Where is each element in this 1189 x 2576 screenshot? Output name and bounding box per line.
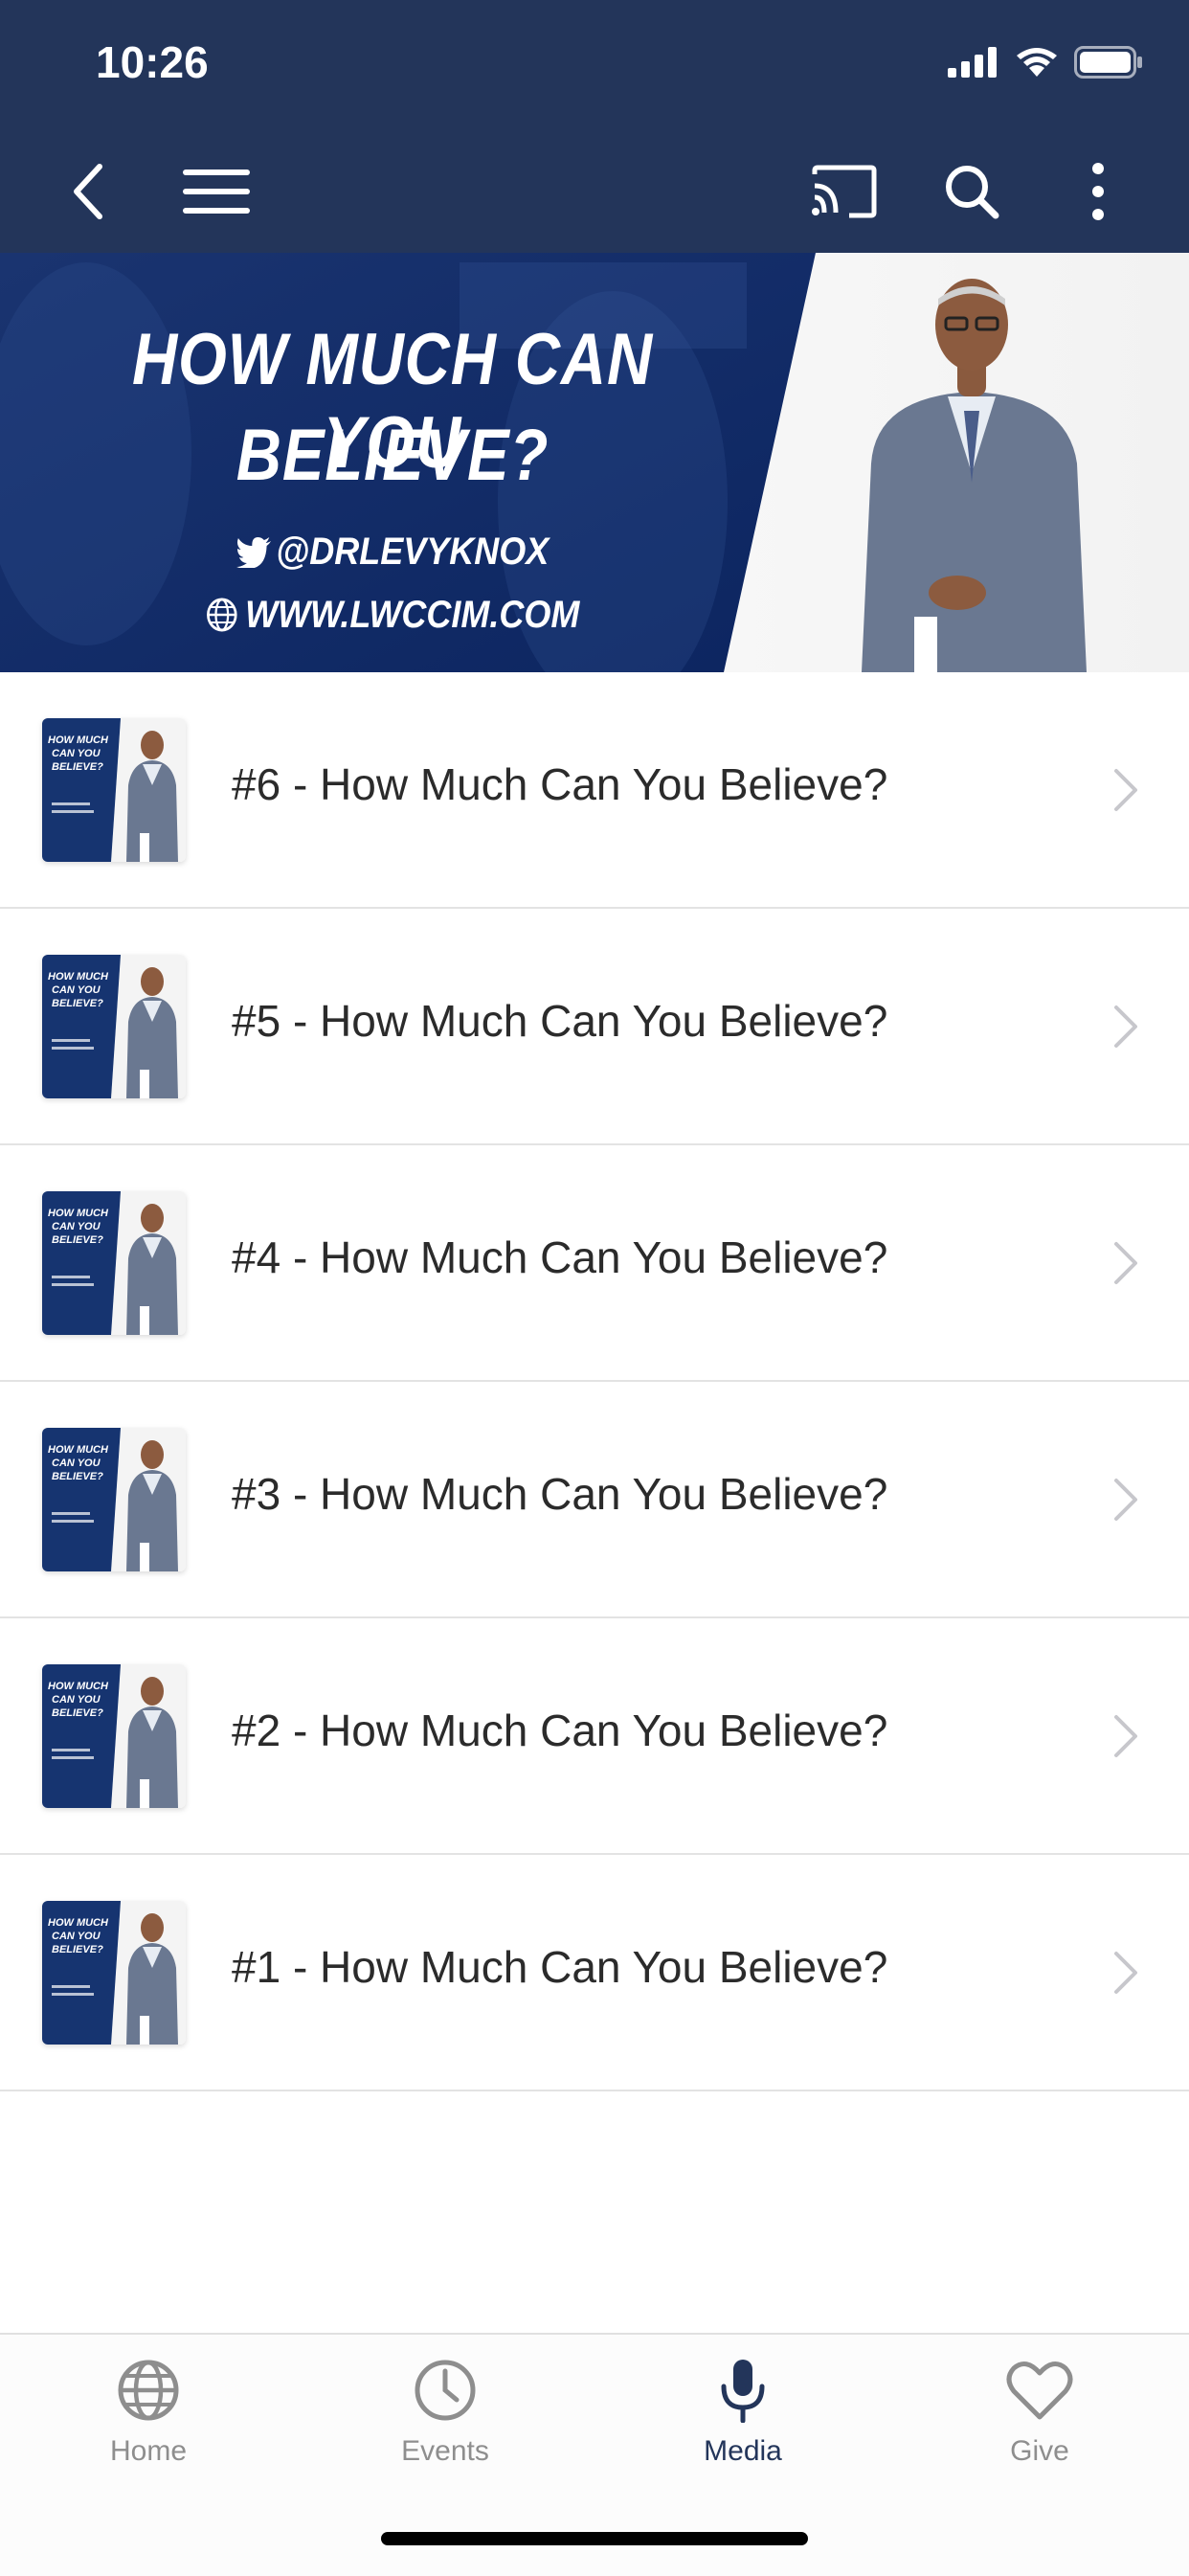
- episode-thumbnail: HOW MUCH CAN YOU BELIEVE?: [42, 1664, 186, 1808]
- hamburger-icon: [183, 169, 250, 214]
- clock-icon: [415, 2360, 476, 2421]
- cast-button[interactable]: [806, 153, 883, 230]
- svg-text:HOW MUCH: HOW MUCH: [48, 1917, 109, 1929]
- episode-title: #4 - How Much Can You Believe?: [232, 1232, 888, 1282]
- chevron-right-icon: [1114, 1715, 1137, 1757]
- signal-icon: [948, 47, 997, 78]
- more-button[interactable]: [1060, 153, 1136, 230]
- episode-title: #5 - How Much Can You Believe?: [232, 996, 888, 1046]
- cast-icon: [812, 165, 877, 218]
- svg-text:HOW MUCH: HOW MUCH: [48, 1444, 109, 1456]
- tab-give-label: Give: [1010, 2435, 1069, 2467]
- tab-events[interactable]: Events: [297, 2358, 594, 2468]
- episode-thumbnail: HOW MUCH CAN YOU BELIEVE?: [42, 955, 186, 1098]
- episode-thumbnail: HOW MUCH CAN YOU BELIEVE?: [42, 1428, 186, 1571]
- episode-thumbnail: HOW MUCH CAN YOU BELIEVE?: [42, 1901, 186, 2045]
- twitter-icon: [236, 537, 271, 569]
- media-list-item[interactable]: HOW MUCH CAN YOU BELIEVE? #2 - How Much …: [0, 1618, 1189, 1855]
- svg-text:HOW MUCH: HOW MUCH: [48, 734, 109, 746]
- media-list: HOW MUCH CAN YOU BELIEVE? #6 - How Much …: [0, 672, 1189, 2091]
- svg-text:HOW MUCH: HOW MUCH: [48, 1208, 109, 1219]
- series-banner: HOW MUCH CAN YOU BELIEVE? @DRLEVYKNOX WW…: [0, 253, 1189, 672]
- back-button[interactable]: [50, 153, 126, 230]
- banner-twitter: @DRLEVYKNOX: [39, 531, 746, 574]
- chevron-left-icon: [74, 164, 102, 219]
- wifi-icon: [1017, 48, 1057, 77]
- banner-text: HOW MUCH CAN YOU BELIEVE? @DRLEVYKNOX WW…: [0, 253, 785, 672]
- chevron-right-icon: [1114, 1242, 1137, 1284]
- status-icons: [948, 46, 1143, 79]
- globe-icon: [118, 2360, 179, 2421]
- menu-button[interactable]: [178, 153, 255, 230]
- episode-title: #6 - How Much Can You Believe?: [232, 759, 888, 809]
- svg-text:CAN YOU: CAN YOU: [52, 1931, 101, 1942]
- svg-text:BELIEVE?: BELIEVE?: [52, 1234, 103, 1246]
- app-header: 10:26: [0, 0, 1189, 253]
- tab-home-label: Home: [109, 2435, 188, 2467]
- tab-media[interactable]: Media: [594, 2358, 891, 2468]
- search-button[interactable]: [933, 153, 1010, 230]
- home-indicator: [381, 2532, 808, 2545]
- media-list-item[interactable]: HOW MUCH CAN YOU BELIEVE? #4 - How Much …: [0, 1145, 1189, 1382]
- microphone-icon: [721, 2360, 765, 2424]
- heart-icon: [1006, 2361, 1073, 2420]
- tab-home[interactable]: Home: [0, 2358, 297, 2468]
- svg-text:CAN YOU: CAN YOU: [52, 1457, 101, 1469]
- tab-media-label: Media: [704, 2435, 782, 2467]
- svg-text:CAN YOU: CAN YOU: [52, 984, 101, 996]
- media-list-item[interactable]: HOW MUCH CAN YOU BELIEVE? #3 - How Much …: [0, 1382, 1189, 1618]
- chevron-right-icon: [1114, 1952, 1137, 1994]
- svg-text:BELIEVE?: BELIEVE?: [52, 998, 103, 1009]
- episode-title: #3 - How Much Can You Believe?: [232, 1469, 888, 1519]
- banner-website: WWW.LWCCIM.COM: [39, 594, 746, 637]
- media-list-item[interactable]: HOW MUCH CAN YOU BELIEVE? #1 - How Much …: [0, 1855, 1189, 2091]
- svg-text:CAN YOU: CAN YOU: [52, 748, 101, 759]
- chevron-right-icon: [1114, 769, 1137, 811]
- banner-title-line2: BELIEVE?: [236, 415, 550, 496]
- media-list-item[interactable]: HOW MUCH CAN YOU BELIEVE? #5 - How Much …: [0, 909, 1189, 1145]
- search-icon: [946, 166, 999, 219]
- svg-text:BELIEVE?: BELIEVE?: [52, 1707, 103, 1719]
- episode-thumbnail: HOW MUCH CAN YOU BELIEVE?: [42, 1191, 186, 1335]
- more-vertical-icon: [1092, 163, 1104, 220]
- battery-icon: [1074, 46, 1142, 79]
- episode-title: #2 - How Much Can You Believe?: [232, 1706, 888, 1755]
- banner-twitter-handle: @DRLEVYKNOX: [276, 531, 550, 573]
- episode-thumbnail: HOW MUCH CAN YOU BELIEVE?: [42, 718, 186, 862]
- status-time: 10:26: [96, 37, 209, 87]
- svg-text:HOW MUCH: HOW MUCH: [48, 1681, 109, 1692]
- svg-text:BELIEVE?: BELIEVE?: [52, 761, 103, 773]
- episode-title: #1 - How Much Can You Believe?: [232, 1942, 888, 1992]
- svg-text:CAN YOU: CAN YOU: [52, 1221, 101, 1232]
- svg-text:HOW MUCH: HOW MUCH: [48, 971, 109, 983]
- media-list-item[interactable]: HOW MUCH CAN YOU BELIEVE? #6 - How Much …: [0, 672, 1189, 909]
- banner-website-url: WWW.LWCCIM.COM: [245, 594, 580, 636]
- svg-text:BELIEVE?: BELIEVE?: [52, 1944, 103, 1955]
- globe-icon: [207, 598, 237, 632]
- chevron-right-icon: [1114, 1479, 1137, 1521]
- tab-give[interactable]: Give: [891, 2358, 1188, 2468]
- svg-text:BELIEVE?: BELIEVE?: [52, 1471, 103, 1482]
- chevron-right-icon: [1114, 1006, 1137, 1048]
- svg-text:CAN YOU: CAN YOU: [52, 1694, 101, 1706]
- tab-events-label: Events: [401, 2435, 489, 2467]
